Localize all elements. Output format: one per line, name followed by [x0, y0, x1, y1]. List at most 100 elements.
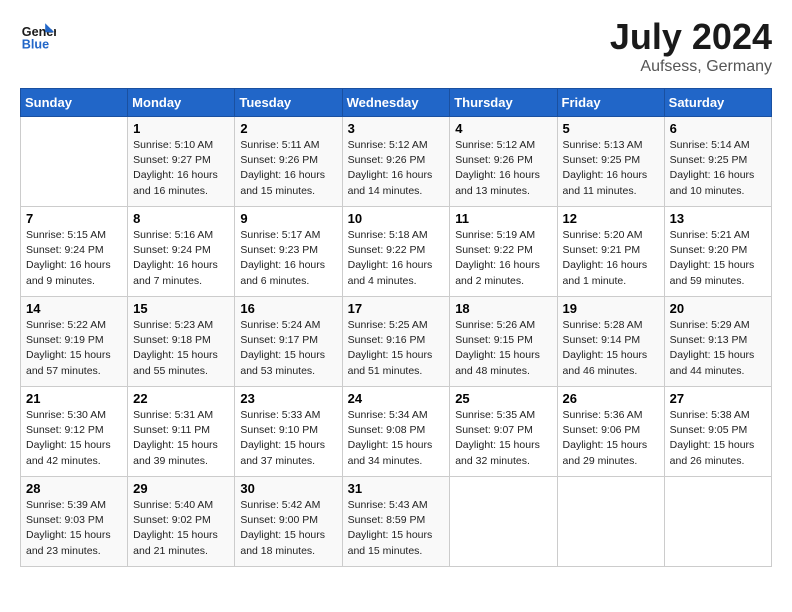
calendar-cell: 5 Sunrise: 5:13 AMSunset: 9:25 PMDaylight…: [557, 117, 664, 207]
day-detail: Sunrise: 5:10 AMSunset: 9:27 PMDaylight:…: [133, 138, 229, 199]
calendar-cell: 17Sunrise: 5:25 AMSunset: 9:16 PMDayligh…: [342, 297, 450, 387]
calendar-cell: 30Sunrise: 5:42 AMSunset: 9:00 PMDayligh…: [235, 477, 342, 567]
day-detail: Sunrise: 5:25 AMSunset: 9:16 PMDaylight:…: [348, 318, 445, 379]
day-number: 29: [133, 481, 229, 496]
calendar-cell: 13 Sunrise: 5:21 AMSunset: 9:20 PMDayligh…: [664, 207, 771, 297]
day-number: 1: [133, 121, 229, 136]
page-header: General Blue July 2024 Aufsess, Germany: [20, 16, 772, 76]
weekday-header-friday: Friday: [557, 89, 664, 117]
calendar-cell: 28 Sunrise: 5:39 AMSunset: 9:03 PMDayligh…: [21, 477, 128, 567]
day-number: 24: [348, 391, 445, 406]
day-number: 25: [455, 391, 551, 406]
weekday-header-wednesday: Wednesday: [342, 89, 450, 117]
day-number: 15: [133, 301, 229, 316]
calendar-cell: 2 Sunrise: 5:11 AMSunset: 9:26 PMDaylight…: [235, 117, 342, 207]
day-detail: Sunrise: 5:23 AMSunset: 9:18 PMDaylight:…: [133, 318, 229, 379]
day-detail: Sunrise: 5:20 AMSunset: 9:21 PMDaylight:…: [563, 228, 659, 289]
day-number: 8: [133, 211, 229, 226]
day-detail: Sunrise: 5:29 AMSunset: 9:13 PMDaylight:…: [670, 318, 766, 379]
day-detail: Sunrise: 5:36 AMSunset: 9:06 PMDaylight:…: [563, 408, 659, 469]
day-number: 10: [348, 211, 445, 226]
day-detail: Sunrise: 5:24 AMSunset: 9:17 PMDaylight:…: [240, 318, 336, 379]
calendar-cell: 29 Sunrise: 5:40 AMSunset: 9:02 PMDayligh…: [128, 477, 235, 567]
title-block: July 2024 Aufsess, Germany: [610, 16, 772, 76]
calendar-cell: 27 Sunrise: 5:38 AMSunset: 9:05 PMDayligh…: [664, 387, 771, 477]
day-detail: Sunrise: 5:21 AMSunset: 9:20 PMDaylight:…: [670, 228, 766, 289]
day-number: 28: [26, 481, 122, 496]
day-number: 14: [26, 301, 122, 316]
day-detail: Sunrise: 5:15 AMSunset: 9:24 PMDaylight:…: [26, 228, 122, 289]
day-detail: Sunrise: 5:42 AMSunset: 9:00 PMDaylight:…: [240, 498, 336, 559]
day-number: 7: [26, 211, 122, 226]
day-detail: Sunrise: 5:19 AMSunset: 9:22 PMDaylight:…: [455, 228, 551, 289]
day-detail: Sunrise: 5:34 AMSunset: 9:08 PMDaylight:…: [348, 408, 445, 469]
calendar-cell: 6Sunrise: 5:14 AMSunset: 9:25 PMDaylight…: [664, 117, 771, 207]
calendar-cell: 19 Sunrise: 5:28 AMSunset: 9:14 PMDayligh…: [557, 297, 664, 387]
day-number: 23: [240, 391, 336, 406]
calendar-cell: [21, 117, 128, 207]
calendar-cell: 1 Sunrise: 5:10 AMSunset: 9:27 PMDaylight…: [128, 117, 235, 207]
day-detail: Sunrise: 5:31 AMSunset: 9:11 PMDaylight:…: [133, 408, 229, 469]
day-detail: Sunrise: 5:14 AMSunset: 9:25 PMDaylight:…: [670, 138, 766, 199]
calendar-cell: 4Sunrise: 5:12 AMSunset: 9:26 PMDaylight…: [450, 117, 557, 207]
calendar-cell: 21 Sunrise: 5:30 AMSunset: 9:12 PMDayligh…: [21, 387, 128, 477]
day-detail: Sunrise: 5:16 AMSunset: 9:24 PMDaylight:…: [133, 228, 229, 289]
calendar-cell: 10 Sunrise: 5:18 AMSunset: 9:22 PMDayligh…: [342, 207, 450, 297]
calendar-cell: 18 Sunrise: 5:26 AMSunset: 9:15 PMDayligh…: [450, 297, 557, 387]
day-detail: Sunrise: 5:18 AMSunset: 9:22 PMDaylight:…: [348, 228, 445, 289]
calendar-cell: 31 Sunrise: 5:43 AMSunset: 8:59 PMDayligh…: [342, 477, 450, 567]
calendar-cell: 25 Sunrise: 5:35 AMSunset: 9:07 PMDayligh…: [450, 387, 557, 477]
day-number: 3: [348, 121, 445, 136]
day-number: 12: [563, 211, 659, 226]
day-number: 31: [348, 481, 445, 496]
day-detail: Sunrise: 5:26 AMSunset: 9:15 PMDaylight:…: [455, 318, 551, 379]
calendar-cell: 20 Sunrise: 5:29 AMSunset: 9:13 PMDayligh…: [664, 297, 771, 387]
weekday-header-monday: Monday: [128, 89, 235, 117]
calendar-cell: 23 Sunrise: 5:33 AMSunset: 9:10 PMDayligh…: [235, 387, 342, 477]
month-year-title: July 2024: [610, 16, 772, 58]
day-detail: Sunrise: 5:39 AMSunset: 9:03 PMDaylight:…: [26, 498, 122, 559]
calendar-cell: 24 Sunrise: 5:34 AMSunset: 9:08 PMDayligh…: [342, 387, 450, 477]
location-subtitle: Aufsess, Germany: [610, 58, 772, 76]
calendar-cell: 22 Sunrise: 5:31 AMSunset: 9:11 PMDayligh…: [128, 387, 235, 477]
day-detail: Sunrise: 5:30 AMSunset: 9:12 PMDaylight:…: [26, 408, 122, 469]
day-number: 2: [240, 121, 336, 136]
day-detail: Sunrise: 5:35 AMSunset: 9:07 PMDaylight:…: [455, 408, 551, 469]
day-detail: Sunrise: 5:13 AMSunset: 9:25 PMDaylight:…: [563, 138, 659, 199]
day-number: 5: [563, 121, 659, 136]
svg-text:Blue: Blue: [22, 37, 49, 51]
calendar-cell: 12 Sunrise: 5:20 AMSunset: 9:21 PMDayligh…: [557, 207, 664, 297]
day-detail: Sunrise: 5:22 AMSunset: 9:19 PMDaylight:…: [26, 318, 122, 379]
weekday-header-sunday: Sunday: [21, 89, 128, 117]
day-number: 21: [26, 391, 122, 406]
calendar-cell: [664, 477, 771, 567]
day-number: 19: [563, 301, 659, 316]
day-detail: Sunrise: 5:38 AMSunset: 9:05 PMDaylight:…: [670, 408, 766, 469]
calendar-cell: [450, 477, 557, 567]
day-detail: Sunrise: 5:28 AMSunset: 9:14 PMDaylight:…: [563, 318, 659, 379]
calendar-table: SundayMondayTuesdayWednesdayThursdayFrid…: [20, 88, 772, 567]
day-number: 22: [133, 391, 229, 406]
calendar-cell: [557, 477, 664, 567]
calendar-cell: 11Sunrise: 5:19 AMSunset: 9:22 PMDayligh…: [450, 207, 557, 297]
calendar-cell: 8 Sunrise: 5:16 AMSunset: 9:24 PMDaylight…: [128, 207, 235, 297]
day-detail: Sunrise: 5:43 AMSunset: 8:59 PMDaylight:…: [348, 498, 445, 559]
calendar-cell: 16Sunrise: 5:24 AMSunset: 9:17 PMDayligh…: [235, 297, 342, 387]
day-number: 18: [455, 301, 551, 316]
logo-icon: General Blue: [20, 16, 56, 52]
logo: General Blue: [20, 16, 56, 52]
day-number: 27: [670, 391, 766, 406]
day-detail: Sunrise: 5:33 AMSunset: 9:10 PMDaylight:…: [240, 408, 336, 469]
day-number: 9: [240, 211, 336, 226]
weekday-header-saturday: Saturday: [664, 89, 771, 117]
calendar-cell: 14 Sunrise: 5:22 AMSunset: 9:19 PMDayligh…: [21, 297, 128, 387]
day-number: 26: [563, 391, 659, 406]
day-detail: Sunrise: 5:40 AMSunset: 9:02 PMDaylight:…: [133, 498, 229, 559]
day-number: 4: [455, 121, 551, 136]
day-number: 20: [670, 301, 766, 316]
day-number: 13: [670, 211, 766, 226]
weekday-header-thursday: Thursday: [450, 89, 557, 117]
day-detail: Sunrise: 5:17 AMSunset: 9:23 PMDaylight:…: [240, 228, 336, 289]
day-detail: Sunrise: 5:12 AMSunset: 9:26 PMDaylight:…: [348, 138, 445, 199]
day-detail: Sunrise: 5:11 AMSunset: 9:26 PMDaylight:…: [240, 138, 336, 199]
